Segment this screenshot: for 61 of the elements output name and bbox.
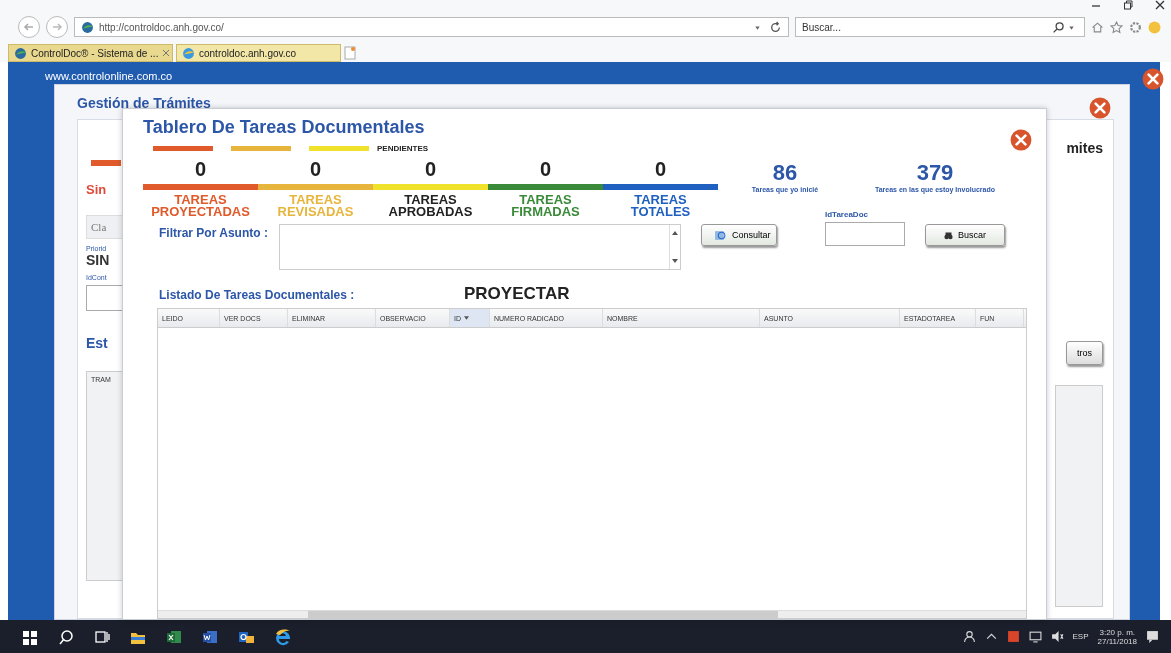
subject-field[interactable] [279,224,681,270]
task-count: 0 [654,156,667,182]
task-label: TAREAS PROYECTADAS [151,194,250,218]
binoculars-icon [944,230,953,240]
search-button[interactable]: Buscar [925,224,1005,246]
list-title: Listado De Tareas Documentales : [159,288,356,302]
consult-button[interactable]: Consultar [701,224,777,246]
search-field[interactable]: Buscar... [795,17,1085,37]
section-title: Est [86,335,109,351]
field-value: SIN [86,252,111,268]
pending-label: PENDIENTES [377,143,429,153]
refresh-icon[interactable] [769,20,782,34]
language-indicator[interactable]: ESP [1072,632,1089,641]
task-count: 0 [194,156,207,182]
task-count: 0 [539,156,552,182]
browser-e-icon[interactable] [273,627,291,646]
restore-icon[interactable] [1123,0,1133,10]
clock[interactable]: 3:20 p. m. 27/11/2018 [1097,627,1137,646]
task-count: 0 [309,156,322,182]
task-label: TAREAS TOTALES [630,194,691,218]
browser-e-icon [182,46,195,60]
task-label: TAREAS FIRMADAS [511,194,580,218]
sort-caret-icon [464,316,469,320]
filter-button[interactable]: tros [1066,341,1103,365]
input-field[interactable] [825,222,905,246]
back-arrow-icon [23,21,35,33]
person-icon[interactable] [962,630,976,643]
scroll-up-icon[interactable] [672,231,678,235]
field-label: IdTareaDoc [825,210,869,221]
task-label: TAREAS APROBADAS [388,194,473,218]
speaker-icon[interactable] [1050,630,1064,643]
mode-label: PROYECTAR [464,284,570,304]
star-icon[interactable] [1110,20,1123,34]
site-icon [81,20,94,34]
dialog-title: Tablero De Tareas Documentales [143,117,426,138]
section-title: mites [1066,140,1103,156]
close-icon[interactable] [1155,0,1165,10]
site-icon [14,46,27,60]
browser-tab[interactable]: controldoc.anh.gov.co [176,44,341,62]
home-icon[interactable] [1091,20,1104,34]
window-title: Gestión de Trámites [77,95,211,113]
task-count: 379 [916,160,954,186]
tray-app-icon[interactable] [1006,630,1020,643]
task-label: TAREAS REVISADAS [277,194,354,218]
filter-label: Filtrar Por Asunto : [158,225,269,240]
settings-icon[interactable] [1129,20,1142,34]
browser-tab[interactable]: ControlDoc® - Sistema de ... [8,44,173,62]
network-icon[interactable] [1028,630,1042,643]
notification-icon[interactable] [1146,630,1159,643]
forward-arrow-icon [51,21,63,33]
site-url: www.controlonline.com.co [45,70,173,82]
status-bar [91,160,121,166]
search-icon[interactable] [57,627,75,646]
close-icon[interactable] [1142,68,1164,90]
scroll-down-icon[interactable] [672,259,678,263]
address-bar[interactable]: http://controldoc.anh.gov.co/ [74,17,789,37]
search-icon[interactable] [1052,20,1065,34]
task-count: 0 [424,156,437,182]
status-text: Sin [86,182,108,197]
scrollbar[interactable] [158,610,1026,618]
task-count: 86 [772,160,798,186]
